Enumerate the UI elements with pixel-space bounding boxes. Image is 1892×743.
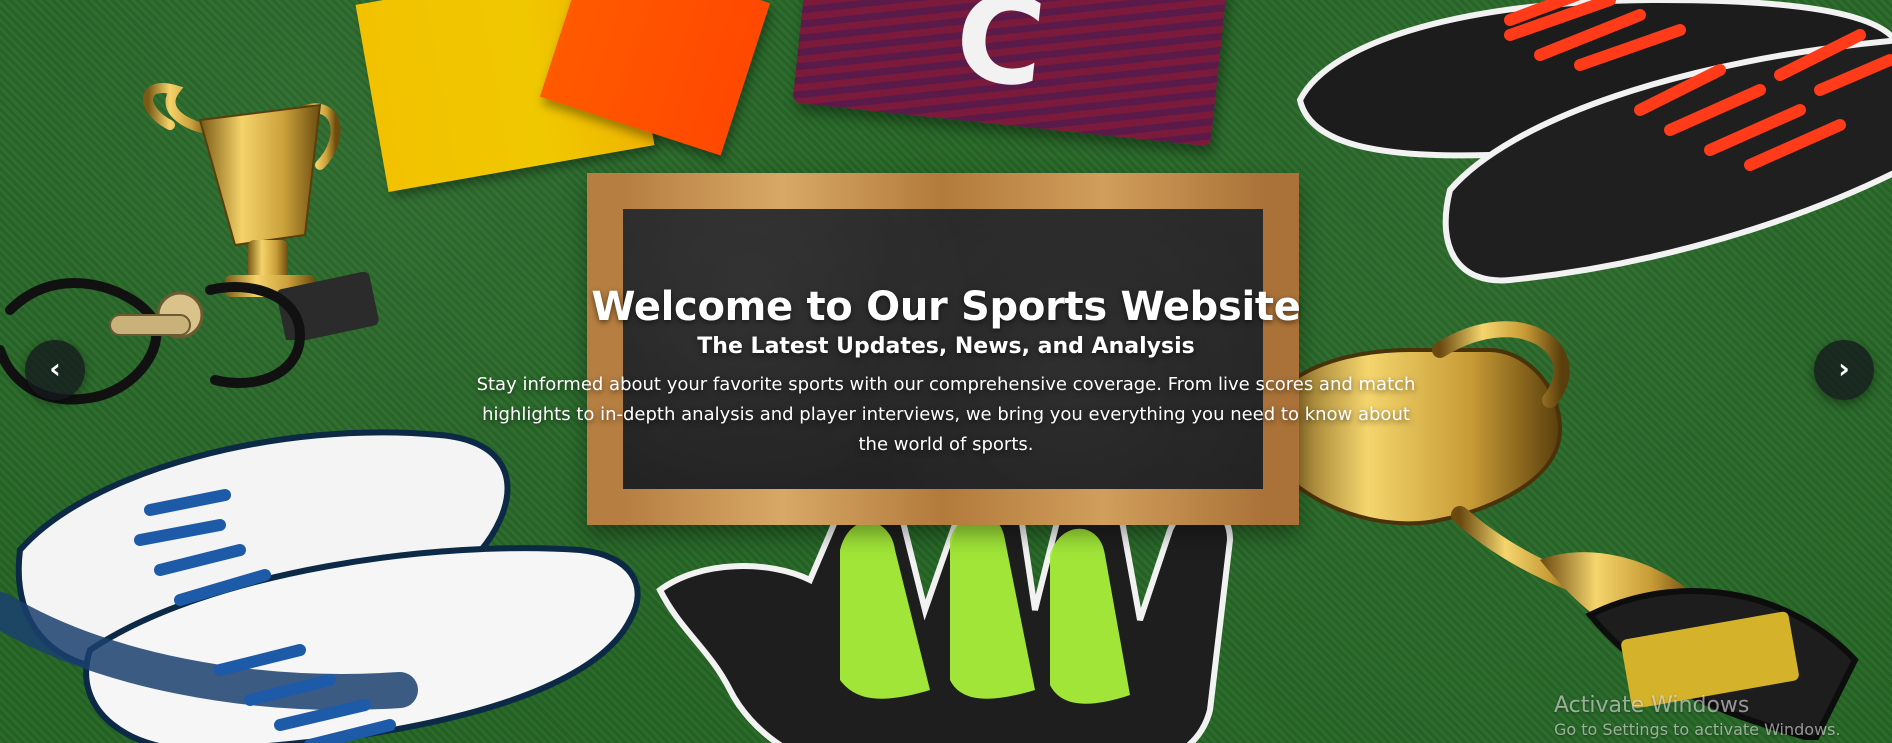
hero-subtitle: The Latest Updates, News, and Analysis xyxy=(697,334,1195,359)
hero-carousel: C ‹ › Welcome to Our Sports Website The … xyxy=(0,0,1892,743)
hero-caption: Welcome to Our Sports Website The Latest… xyxy=(0,276,1892,460)
boots-top-decoration xyxy=(1296,0,1892,284)
armband-letter: C xyxy=(948,0,1052,116)
hero-title: Welcome to Our Sports Website xyxy=(591,284,1301,330)
hero-description: Stay informed about your favorite sports… xyxy=(476,374,1416,455)
